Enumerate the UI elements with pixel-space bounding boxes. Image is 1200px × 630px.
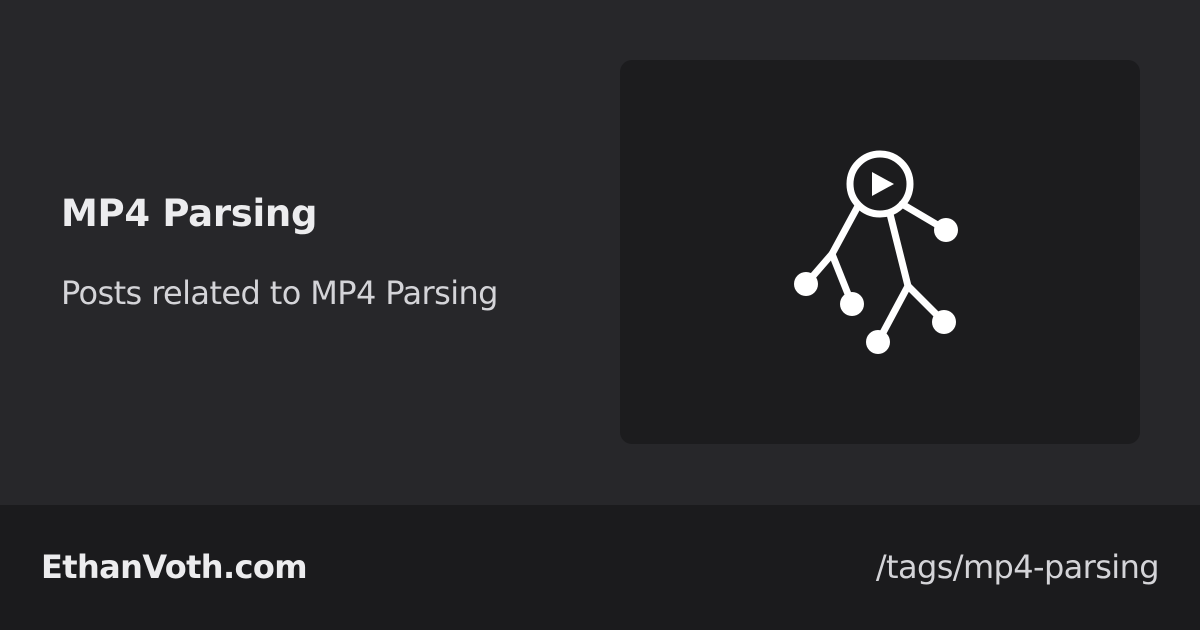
- video-tree-icon: [794, 150, 958, 354]
- tag-title: MP4 Parsing: [61, 192, 318, 235]
- site-name: EthanVoth.com: [41, 548, 308, 586]
- page-path: /tags/mp4-parsing: [875, 548, 1160, 586]
- og-card-main: MP4 Parsing Posts related to MP4 Parsing: [0, 0, 1200, 505]
- tag-description: Posts related to MP4 Parsing: [61, 274, 498, 312]
- preview-card: [620, 60, 1140, 444]
